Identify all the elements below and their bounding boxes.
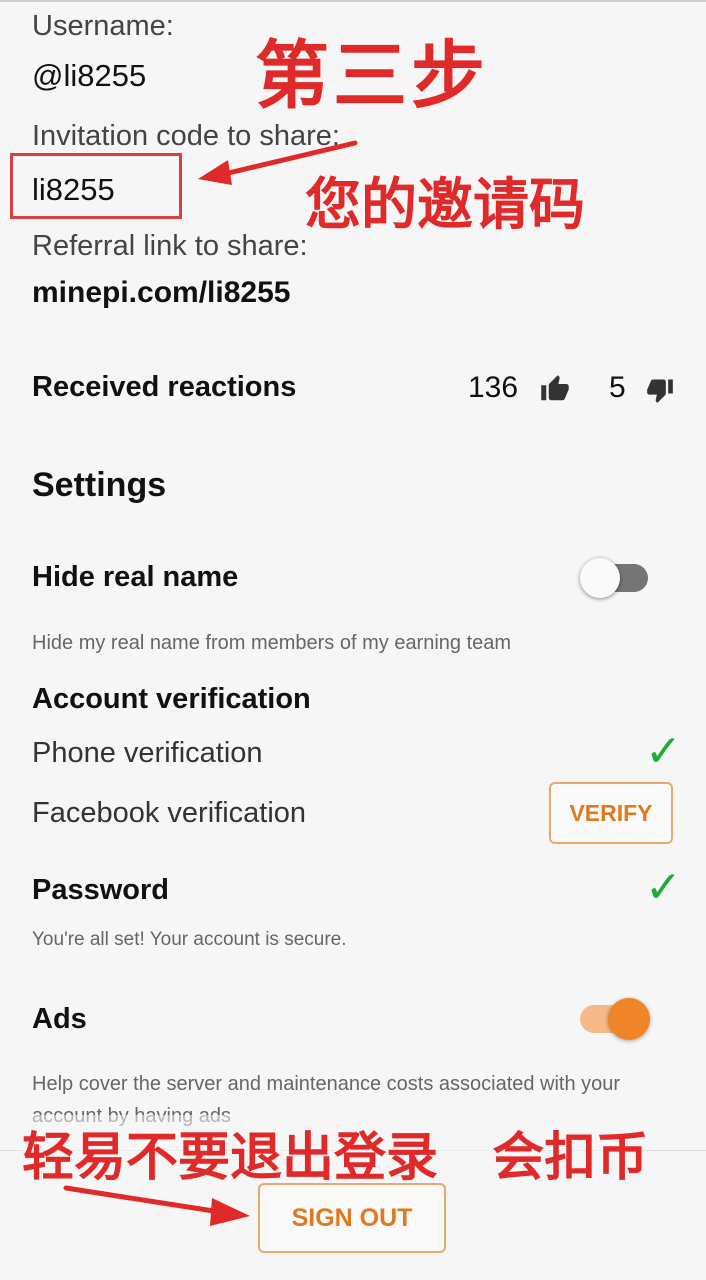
- received-reactions-label: Received reactions: [32, 371, 297, 403]
- thumbs-up-icon: [541, 375, 569, 401]
- ads-description-line1: Help cover the server and maintenance co…: [32, 1073, 621, 1095]
- facebook-verification-label: Facebook verification: [32, 797, 307, 829]
- password-secure-check-icon: ✓: [645, 862, 682, 913]
- hide-real-name-description: Hide my real name from members of my ear…: [32, 632, 512, 654]
- referral-link[interactable]: minepi.com/li8255: [32, 276, 290, 310]
- warning-annotation: 轻易不要退出登录 会扣币: [22, 1115, 649, 1190]
- invitation-code-value[interactable]: li8255: [32, 172, 115, 208]
- step-annotation: 第三步: [255, 33, 489, 119]
- password-description: You're all set! Your account is secure.: [32, 929, 347, 950]
- hide-real-name-toggle[interactable]: [580, 558, 650, 598]
- likes-count: 136: [468, 371, 519, 404]
- annotation-arrow-2-icon: [63, 1185, 250, 1226]
- sign-out-button[interactable]: SIGN OUT: [258, 1183, 446, 1253]
- account-verification-title: Account verification: [32, 683, 311, 715]
- hide-real-name-title: Hide real name: [32, 561, 239, 593]
- facebook-verify-button[interactable]: VERIFY: [549, 782, 673, 844]
- phone-verification-label: Phone verification: [32, 737, 263, 769]
- username-value: @li8255: [32, 58, 147, 93]
- password-title: Password: [32, 874, 169, 906]
- ads-toggle[interactable]: [580, 998, 650, 1040]
- invite-code-annotation: 您的邀请码: [305, 173, 585, 238]
- top-edge: [0, 0, 706, 2]
- username-label: Username:: [32, 10, 174, 42]
- phone-verified-check-icon: ✓: [645, 726, 682, 777]
- thumbs-down-icon: [647, 379, 673, 403]
- settings-heading: Settings: [32, 466, 167, 504]
- referral-label: Referral link to share:: [32, 230, 308, 262]
- ads-title: Ads: [32, 1003, 87, 1035]
- dislikes-count: 5: [609, 371, 626, 404]
